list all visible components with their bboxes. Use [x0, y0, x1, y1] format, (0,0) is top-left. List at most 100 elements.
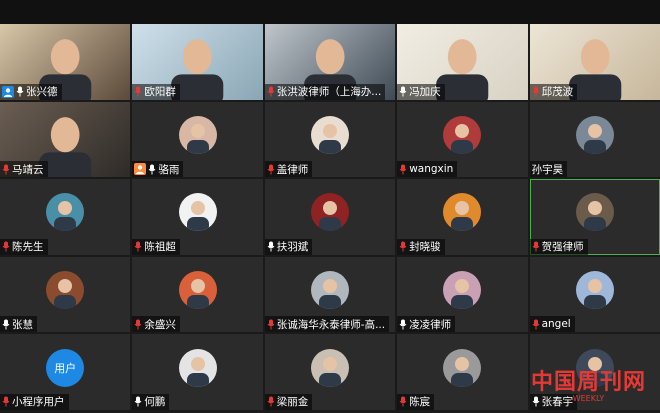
microphone-icon — [267, 86, 275, 97]
participant-name: 张诚海华永泰律师-高... — [276, 318, 386, 331]
avatar — [310, 193, 349, 232]
participant-name: 骆雨 — [158, 163, 180, 176]
nameplate: 扶羽斌 — [264, 238, 313, 255]
nameplate: 冯加庆 — [397, 83, 445, 100]
participant-name: angel — [541, 318, 571, 331]
nameplate: 陈先生 — [0, 238, 48, 255]
avatar — [178, 271, 217, 310]
participant-tile[interactable]: 冯加庆 — [397, 24, 528, 100]
participant-name: 张洪波律师（上海办... — [276, 86, 382, 99]
participant-tile[interactable]: 邱茂波 — [529, 24, 660, 100]
participant-name: 余盛兴 — [144, 318, 176, 331]
nameplate: 骆雨 — [132, 161, 184, 178]
participant-tile[interactable]: 陈祖超 — [132, 179, 263, 255]
participant-tile[interactable]: 凌凌律师 — [397, 256, 528, 333]
participant-tile[interactable]: 陈先生 — [0, 179, 131, 255]
participant-name: 陈祖超 — [144, 241, 176, 254]
microphone-icon — [134, 319, 142, 330]
nameplate: 盖律师 — [264, 161, 313, 178]
microphone-icon — [2, 396, 10, 407]
participant-name: 欧阳群 — [144, 86, 176, 99]
nameplate: 贺强律师 — [529, 238, 588, 255]
nameplate: 邱茂波 — [529, 83, 578, 100]
participant-tile[interactable]: 陈宸 — [397, 334, 528, 410]
participant-name: 陈先生 — [12, 241, 44, 254]
participant-name: 小程序用户 — [12, 396, 65, 409]
participant-name: 马靖云 — [12, 163, 44, 176]
participant-tile[interactable]: 欧阳群 — [132, 24, 263, 100]
participant-tile[interactable]: 何鹏 — [132, 334, 263, 410]
microphone-icon — [2, 241, 10, 252]
nameplate: 凌凌律师 — [397, 316, 456, 333]
nameplate: 陈祖超 — [132, 238, 180, 255]
top-bar — [0, 0, 660, 24]
avatar: 用户 — [46, 348, 85, 387]
avatar — [310, 271, 349, 310]
participant-tile[interactable]: 张诚海华永泰律师-高... — [264, 256, 396, 333]
participant-name: 陈宸 — [409, 396, 431, 409]
participant-name: 梁丽金 — [276, 396, 309, 409]
avatar — [178, 348, 217, 387]
watermark: 中国周刊网 WEEKLY — [531, 364, 646, 403]
participant-tile[interactable]: wangxin — [397, 101, 528, 178]
avatar — [310, 348, 349, 387]
microphone-icon — [532, 319, 540, 330]
avatar — [46, 193, 85, 232]
microphone-icon — [267, 241, 275, 252]
microphone-icon — [267, 319, 275, 330]
participant-name: 盖律师 — [276, 163, 309, 176]
microphone-icon — [399, 86, 407, 97]
participant-tile[interactable]: 盖律师 — [264, 101, 396, 178]
microphone-icon — [134, 86, 142, 97]
participant-tile[interactable]: 张兴德 — [0, 24, 131, 100]
nameplate: 张兴德 — [0, 83, 62, 100]
nameplate: wangxin — [397, 161, 458, 178]
participant-name: 张兴德 — [26, 86, 58, 99]
participant-tile[interactable]: 马靖云 — [0, 101, 131, 178]
nameplate: 马靖云 — [0, 161, 48, 178]
participant-name: 张慧 — [12, 318, 33, 331]
participant-tile[interactable]: 封晓骏 — [397, 179, 528, 255]
participant-tile[interactable]: 孙宇昊 — [529, 101, 660, 178]
participant-name: 邱茂波 — [541, 86, 574, 99]
participant-tile[interactable]: 扶羽斌 — [264, 179, 396, 255]
microphone-icon — [134, 241, 142, 252]
microphone-icon — [399, 396, 407, 407]
microphone-icon — [2, 164, 10, 175]
avatar — [575, 115, 614, 154]
watermark-cn: 中国周刊网 — [530, 369, 646, 395]
avatar — [575, 193, 614, 232]
microphone-icon — [267, 164, 275, 175]
nameplate: angel — [529, 316, 575, 333]
microphone-icon — [16, 86, 24, 97]
nameplate: 封晓骏 — [397, 238, 445, 255]
microphone-icon — [532, 241, 540, 252]
participant-tile[interactable]: 贺强律师 — [529, 179, 660, 255]
participant-tile[interactable]: 骆雨 — [132, 101, 263, 178]
avatar — [443, 348, 482, 387]
nameplate: 小程序用户 — [0, 393, 69, 410]
nameplate: 张洪波律师（上海办... — [264, 83, 386, 100]
avatar — [46, 271, 85, 310]
participant-name: 扶羽斌 — [276, 241, 309, 254]
participant-name: 凌凌律师 — [409, 318, 452, 331]
nameplate: 陈宸 — [397, 393, 435, 410]
nameplate: 欧阳群 — [132, 83, 180, 100]
microphone-icon — [399, 241, 407, 252]
participant-tile[interactable]: 张慧 — [0, 256, 131, 333]
nameplate: 余盛兴 — [132, 316, 180, 333]
participant-tile[interactable]: 梁丽金 — [264, 334, 396, 410]
participant-tile[interactable]: 张洪波律师（上海办... — [264, 24, 396, 100]
nameplate: 梁丽金 — [264, 393, 313, 410]
microphone-icon — [2, 319, 10, 330]
participant-tile[interactable]: 用户 小程序用户 — [0, 334, 131, 410]
participant-name: wangxin — [409, 163, 454, 176]
participant-name: 冯加庆 — [409, 86, 441, 99]
nameplate: 张诚海华永泰律师-高... — [264, 316, 390, 333]
nameplate: 张慧 — [0, 316, 37, 333]
participant-name: 何鹏 — [144, 396, 166, 409]
microphone-icon — [399, 319, 407, 330]
participant-tile[interactable]: angel — [529, 256, 660, 333]
microphone-icon — [399, 164, 407, 175]
participant-tile[interactable]: 余盛兴 — [132, 256, 263, 333]
